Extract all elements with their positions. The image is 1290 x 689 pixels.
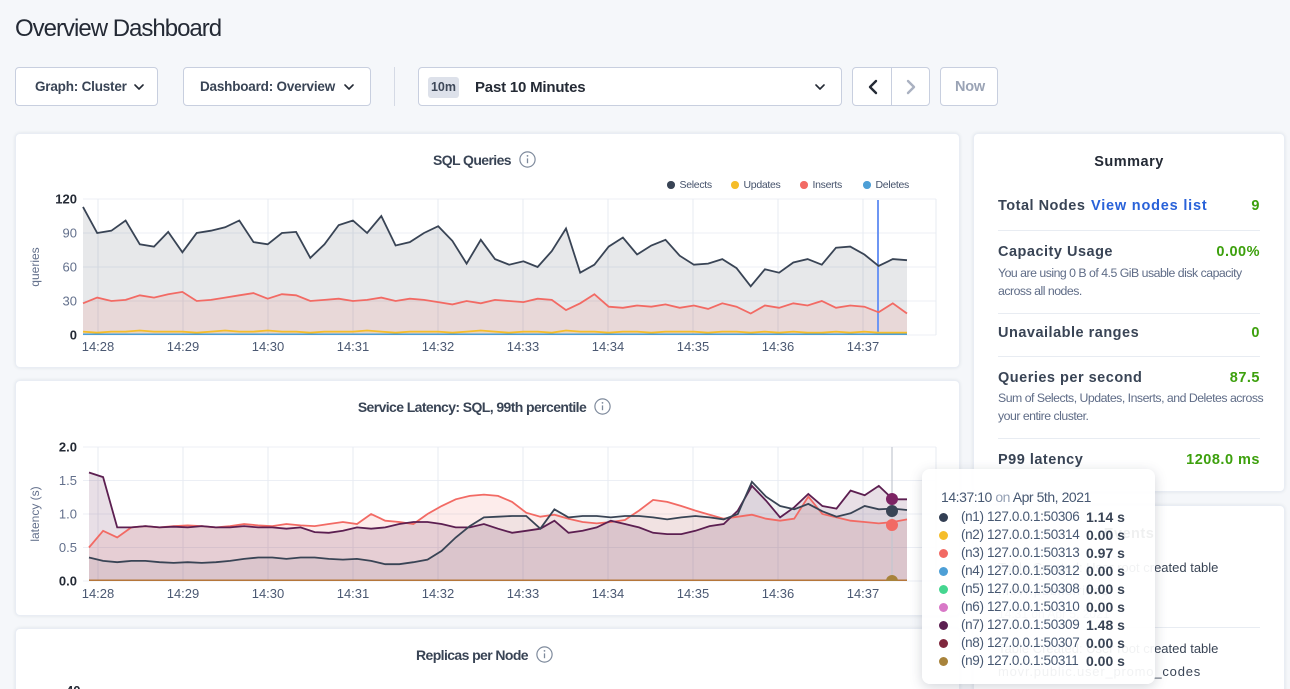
- svg-text:0: 0: [70, 328, 77, 343]
- svg-text:14:29: 14:29: [167, 339, 200, 354]
- svg-text:14:34: 14:34: [592, 586, 625, 601]
- svg-text:14:34: 14:34: [592, 339, 625, 354]
- svg-text:14:35: 14:35: [677, 339, 710, 354]
- svg-text:14:37: 14:37: [847, 339, 880, 354]
- svg-text:14:31: 14:31: [337, 586, 370, 601]
- svg-text:90: 90: [63, 226, 77, 241]
- svg-text:14:32: 14:32: [422, 586, 455, 601]
- svg-text:14:33: 14:33: [507, 586, 540, 601]
- svg-text:queries: queries: [28, 247, 42, 286]
- svg-text:latency (s): latency (s): [28, 486, 42, 541]
- svg-text:0.0: 0.0: [59, 574, 77, 589]
- svg-text:1.5: 1.5: [59, 473, 77, 488]
- svg-text:14:36: 14:36: [762, 339, 795, 354]
- svg-text:14:30: 14:30: [252, 586, 285, 601]
- svg-text:30: 30: [63, 294, 77, 309]
- svg-text:14:28: 14:28: [82, 339, 115, 354]
- svg-text:14:36: 14:36: [762, 586, 795, 601]
- svg-text:14:29: 14:29: [167, 586, 200, 601]
- svg-text:14:32: 14:32: [422, 339, 455, 354]
- svg-text:14:31: 14:31: [337, 339, 370, 354]
- svg-text:120: 120: [55, 192, 77, 207]
- svg-text:14:33: 14:33: [507, 339, 540, 354]
- svg-text:1.0: 1.0: [59, 507, 77, 522]
- svg-text:0.5: 0.5: [59, 540, 77, 555]
- svg-text:60: 60: [63, 260, 77, 275]
- svg-text:14:37: 14:37: [847, 586, 880, 601]
- svg-text:14:35: 14:35: [677, 586, 710, 601]
- svg-text:14:28: 14:28: [82, 586, 115, 601]
- svg-text:2.0: 2.0: [59, 440, 77, 455]
- svg-text:14:30: 14:30: [252, 339, 285, 354]
